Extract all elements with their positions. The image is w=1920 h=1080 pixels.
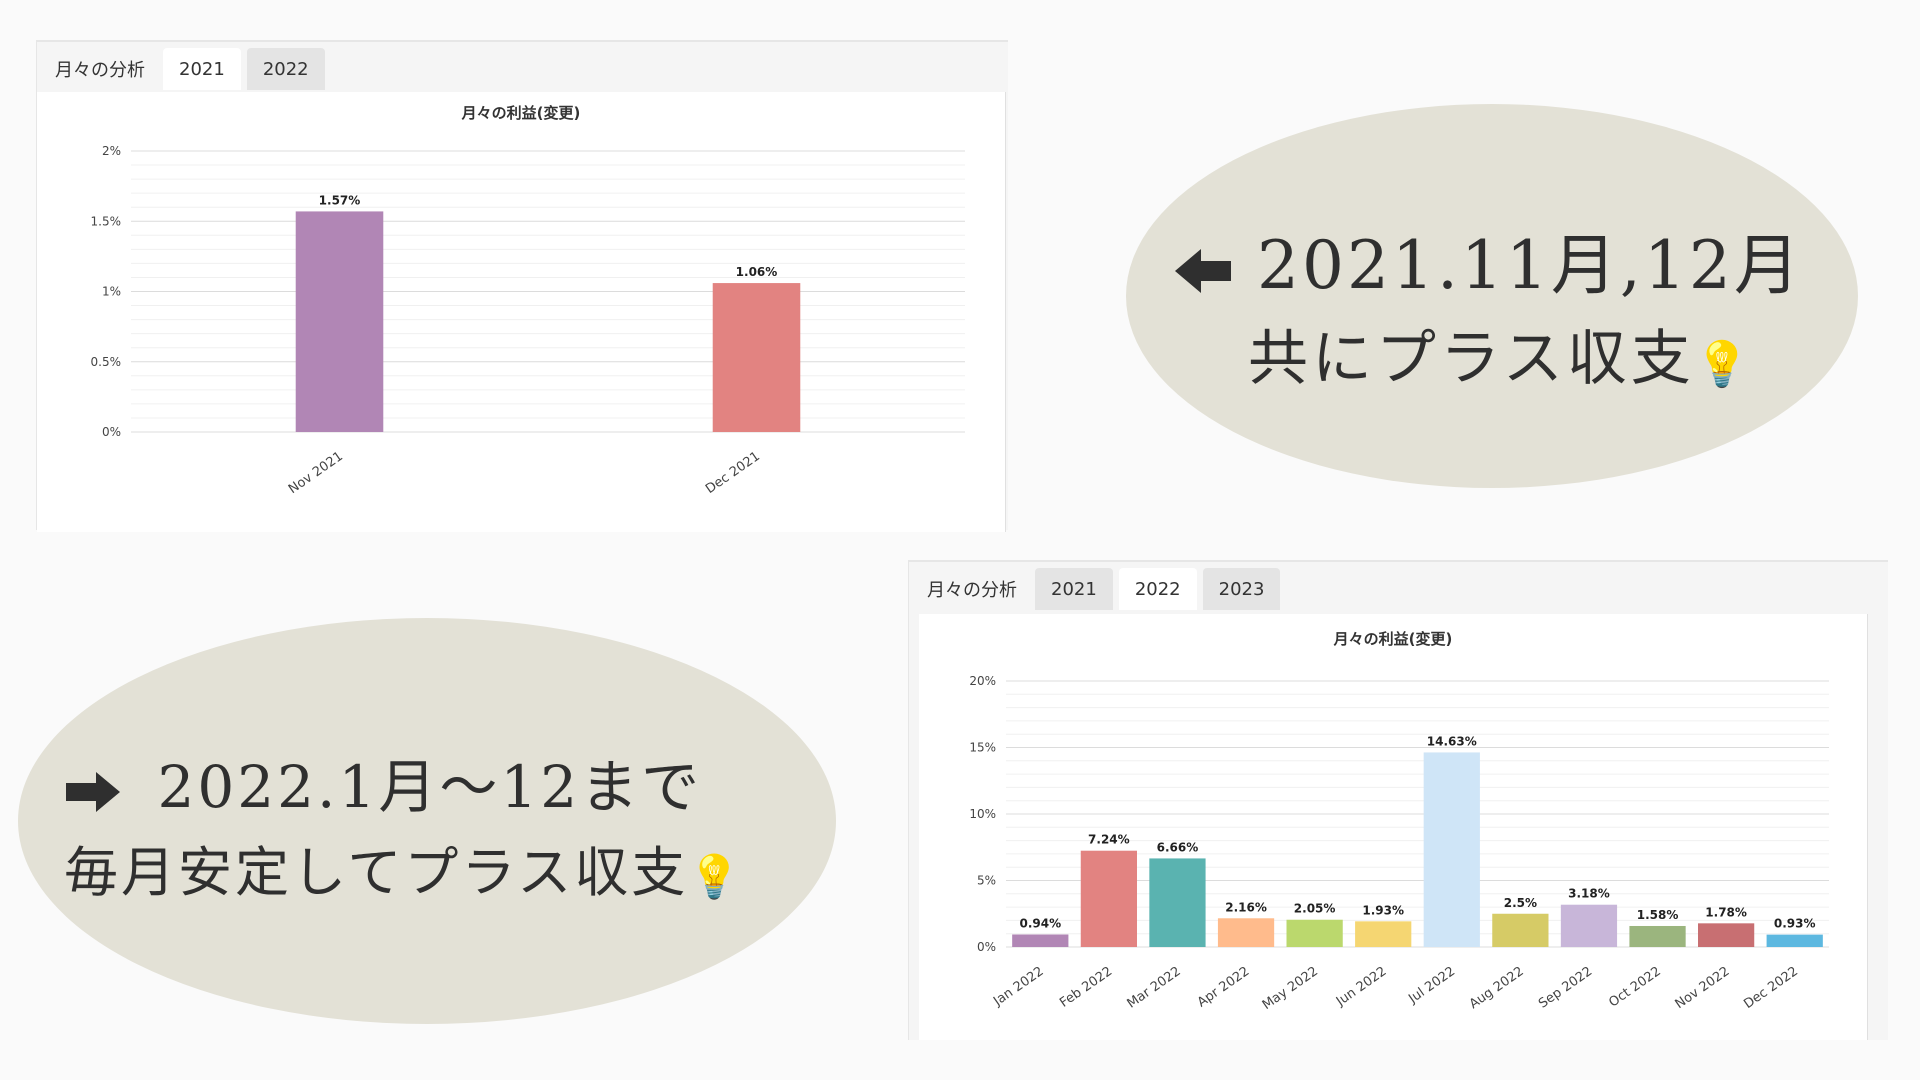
bar (1698, 923, 1755, 947)
tab-monthly-analysis[interactable]: 月々の分析 (915, 568, 1029, 610)
tab-2022[interactable]: 2022 (246, 48, 325, 90)
bottom-tab-bar: 月々の分析 2021 2022 2023 (909, 562, 1888, 610)
y-tick-label: 0% (102, 425, 121, 439)
data-label: 1.57% (319, 193, 361, 207)
data-label: 2.05% (1294, 902, 1336, 916)
x-tick-label: Nov 2022 (1673, 964, 1733, 1012)
data-label: 14.63% (1427, 734, 1477, 748)
bar (1423, 752, 1480, 947)
x-tick-label: Aug 2022 (1467, 964, 1527, 1012)
callout-bottom-line2: 毎月安定してプラス収支💡 (64, 828, 744, 907)
data-label: 1.93% (1362, 903, 1404, 917)
bar (1080, 850, 1137, 947)
right-arrow-icon (66, 771, 120, 812)
top-analysis-panel: 月々の分析 2021 2022 月々の利益(変更) 0% 0.5% 1% 1.5% 2%… (36, 40, 1008, 532)
data-label: 7.24% (1088, 833, 1130, 847)
x-tick-label: Dec 2022 (1741, 964, 1801, 1012)
bottom-chart-title: 月々の利益(変更) (1333, 630, 1453, 648)
data-label: 1.06% (736, 265, 778, 279)
bar (1355, 921, 1412, 947)
bar (1012, 934, 1069, 947)
callout-bottom-text1: 2022.1月〜12まで (157, 753, 703, 821)
bar (1286, 919, 1343, 947)
callout-top-line2: 共にプラス収支💡 (1248, 310, 1754, 397)
y-tick-label: 1.5% (91, 214, 122, 228)
left-arrow-icon (1175, 249, 1231, 293)
bar (1149, 858, 1206, 947)
top-chart-area: 月々の利益(変更) 0% 0.5% 1% 1.5% 2% 1.57% Nov 2021 1.0… (37, 92, 1006, 532)
data-label: 2.16% (1225, 900, 1267, 914)
bar (1492, 913, 1549, 947)
bar (1629, 925, 1686, 947)
y-tick-label: 20% (969, 674, 996, 688)
callout-top-text1: 2021.11月,12月 (1256, 227, 1803, 304)
callout-top-text2: 共にプラス収支 (1248, 324, 1695, 394)
x-tick-label: Sep 2022 (1536, 964, 1595, 1012)
top-chart-title: 月々の利益(変更) (461, 104, 581, 122)
x-tick-label: Jun 2022 (1333, 964, 1390, 1010)
y-tick-label: 15% (969, 741, 996, 755)
x-tick-label: Jul 2022 (1405, 964, 1458, 1007)
x-tick-label: May 2022 (1260, 964, 1321, 1013)
bottom-analysis-panel: 月々の分析 2021 2022 2023 月々の利益(変更) 0% 5% 10% 15… (908, 560, 1888, 1040)
bottom-bar-chart: 月々の利益(変更) 0% 5% 10% 15% 20% 0.94% Jan 2022 7.24… (969, 630, 1829, 1013)
top-bar-chart: 月々の利益(変更) 0% 0.5% 1% 1.5% 2% 1.57% Nov 2021 1.0… (91, 104, 965, 497)
data-label: 1.58% (1637, 908, 1679, 922)
bottom-chart-area: 月々の利益(変更) 0% 5% 10% 15% 20% 0.94% Jan 2022 7.24… (919, 614, 1868, 1040)
bar (1217, 918, 1275, 947)
data-label: 1.78% (1705, 905, 1747, 919)
bar (295, 211, 384, 432)
x-tick-label: Feb 2022 (1057, 964, 1115, 1011)
y-tick-label: 2% (102, 144, 121, 158)
callout-bottom-text2: 毎月安定してプラス収支 (64, 841, 689, 904)
callout-bottom-line1: 2022.1月〜12まで (66, 740, 702, 824)
x-tick-label: Nov 2021 (286, 449, 346, 497)
tab-2021[interactable]: 2021 (163, 48, 241, 90)
y-tick-label: 5% (977, 874, 996, 888)
tab-2023[interactable]: 2023 (1202, 568, 1281, 610)
x-tick-label: Apr 2022 (1195, 964, 1253, 1011)
lightbulb-icon: 💡 (688, 852, 744, 901)
x-tick-label: Dec 2021 (703, 449, 763, 497)
callout-top-line1: 2021.11月,12月 (1175, 212, 1803, 308)
tab-2021[interactable]: 2021 (1035, 568, 1113, 610)
x-tick-label: Jan 2022 (990, 964, 1046, 1010)
bar (1766, 934, 1823, 947)
data-label: 3.18% (1568, 887, 1610, 901)
bar (1560, 904, 1618, 947)
tab-2022[interactable]: 2022 (1118, 568, 1197, 610)
x-tick-label: Oct 2022 (1606, 964, 1664, 1011)
data-label: 2.5% (1504, 896, 1537, 910)
data-label: 6.66% (1157, 840, 1199, 854)
data-label: 0.94% (1019, 916, 1061, 930)
y-tick-label: 10% (969, 807, 996, 821)
x-tick-label: Mar 2022 (1125, 964, 1184, 1012)
y-tick-label: 0% (977, 940, 996, 954)
y-tick-label: 1% (102, 285, 121, 299)
data-label: 0.93% (1774, 917, 1816, 931)
tab-monthly-analysis[interactable]: 月々の分析 (43, 48, 157, 90)
bar (712, 283, 801, 432)
lightbulb-icon: 💡 (1694, 339, 1754, 390)
y-tick-label: 0.5% (91, 355, 122, 369)
top-tab-bar: 月々の分析 2021 2022 (37, 42, 1008, 90)
